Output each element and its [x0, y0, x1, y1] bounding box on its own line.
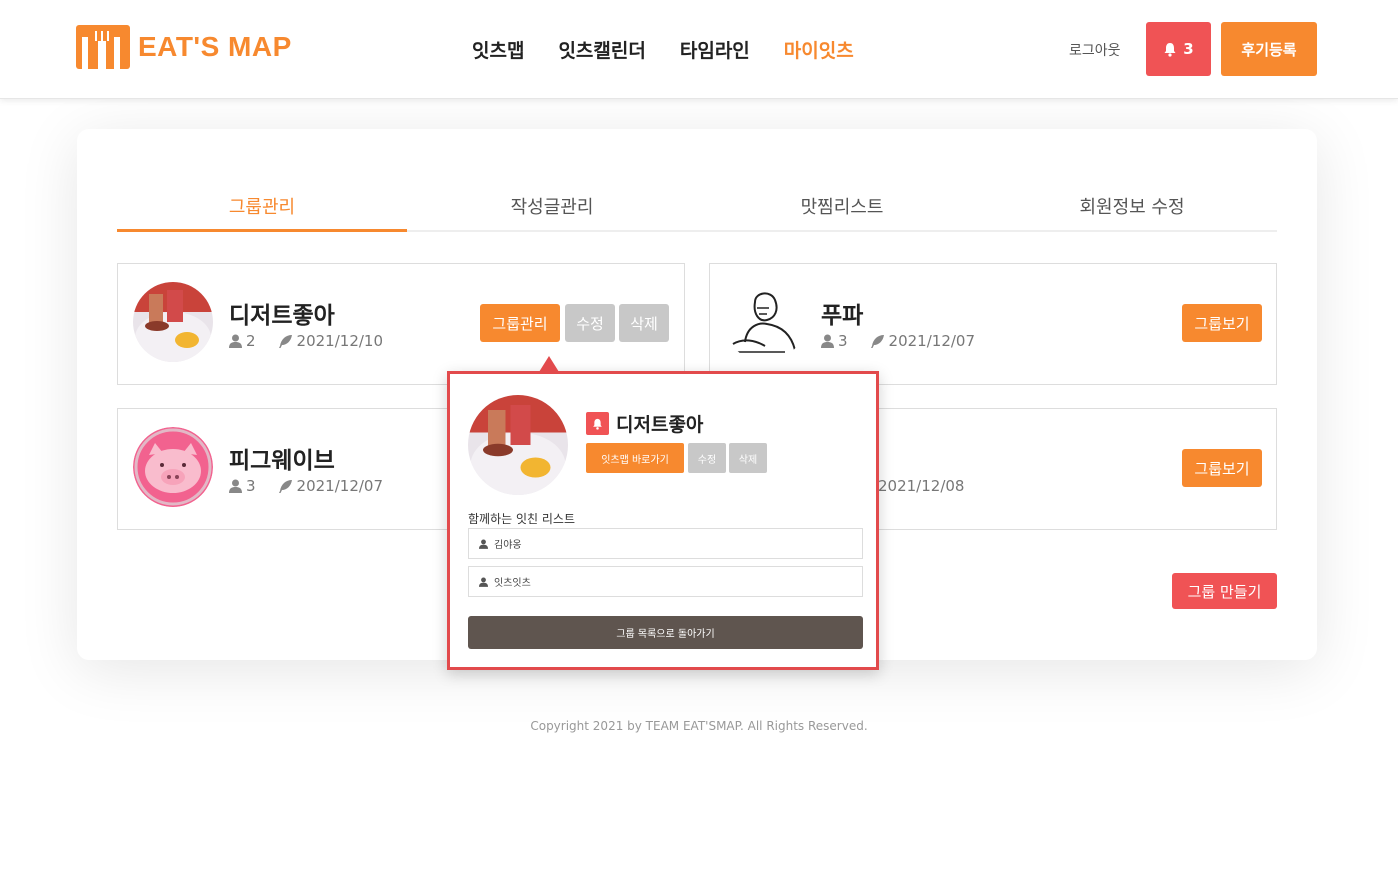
tab-favorite-list[interactable]: 맛찜리스트 — [697, 189, 987, 230]
group-meta: 2 2021/12/10 — [229, 332, 383, 350]
group-delete-button[interactable]: 삭제 — [619, 304, 669, 342]
feather-icon — [278, 334, 292, 348]
logout-link[interactable]: 로그아웃 — [1069, 40, 1121, 60]
nav-my-eats[interactable]: 마이잇츠 — [784, 36, 854, 63]
member-name: 잇츠잇츠 — [494, 578, 531, 589]
popup-notify-toggle[interactable] — [586, 412, 609, 435]
member-list-label: 함께하는 잇친 리스트 — [468, 512, 575, 526]
group-created-date: 2021/12/07 — [296, 477, 384, 495]
group-meta: 3 2021/12/07 — [229, 477, 383, 495]
group-edit-button[interactable]: 수정 — [565, 304, 615, 342]
group-view-button[interactable]: 그룹보기 — [1182, 304, 1262, 342]
user-icon — [821, 334, 834, 348]
tab-group-manage[interactable]: 그룹관리 — [117, 189, 407, 232]
member-count: 2 — [246, 332, 256, 350]
group-avatar — [133, 427, 213, 507]
member-count: 3 — [838, 332, 848, 350]
member-list-item: 잇츠잇츠 — [468, 566, 863, 597]
group-view-button[interactable]: 그룹보기 — [1182, 449, 1262, 487]
feather-icon — [278, 479, 292, 493]
group-name: 디저트좋아 — [229, 303, 335, 329]
nav-timeline[interactable]: 타임라인 — [680, 36, 750, 63]
go-to-map-button[interactable]: 잇츠맵 바로가기 — [586, 443, 684, 473]
notification-button[interactable]: 3 — [1146, 22, 1211, 76]
popup-edit-button[interactable]: 수정 — [688, 443, 726, 473]
back-to-group-list-button[interactable]: 그룹 목록으로 돌아가기 — [468, 616, 863, 649]
group-avatar — [725, 282, 805, 362]
user-icon — [229, 479, 242, 493]
bell-icon — [593, 418, 602, 430]
mypage-tabs: 그룹관리 작성글관리 맛찜리스트 회원정보 수정 — [117, 189, 1277, 232]
group-card: 푸파 3 2021/12/07 그룹보기 — [709, 263, 1277, 385]
group-card: 디저트좋아 2 2021/12/10 그룹관리 수정 삭제 — [117, 263, 685, 385]
site-header: EAT'S MAP 잇츠맵 잇츠캘린더 타임라인 마이잇츠 로그아웃 3 후기등… — [0, 0, 1398, 99]
popup-group-name: 디저트좋아 — [616, 414, 704, 436]
member-name: 김야옹 — [494, 540, 522, 551]
group-created-date: 2021/12/07 — [888, 332, 976, 350]
group-meta: 3 2021/12/07 — [821, 332, 975, 350]
logo-icon — [76, 25, 130, 69]
tab-edit-profile[interactable]: 회원정보 수정 — [987, 189, 1277, 230]
nav-calendar[interactable]: 잇츠캘린더 — [558, 36, 645, 63]
group-name: 푸파 — [821, 303, 864, 329]
main-nav: 잇츠맵 잇츠캘린더 타임라인 마이잇츠 — [472, 36, 854, 63]
member-count: 3 — [246, 477, 256, 495]
notification-count: 3 — [1183, 40, 1194, 58]
user-icon — [479, 539, 488, 549]
group-detail-popup: 디저트좋아 잇츠맵 바로가기 수정 삭제 함께하는 잇친 리스트 김야옹 잇츠잇… — [447, 371, 879, 670]
bell-icon — [1164, 42, 1176, 57]
group-created-date: 2021/12/08 — [878, 477, 965, 495]
nav-eatsmap[interactable]: 잇츠맵 — [472, 36, 524, 63]
write-review-button[interactable]: 후기등록 — [1221, 22, 1317, 76]
site-logo[interactable]: EAT'S MAP — [76, 25, 292, 69]
group-manage-button[interactable]: 그룹관리 — [480, 304, 560, 342]
popup-pointer — [539, 356, 559, 372]
group-created-date: 2021/12/10 — [296, 332, 384, 350]
member-list-item: 김야옹 — [468, 528, 863, 559]
create-group-button[interactable]: 그룹 만들기 — [1172, 573, 1277, 609]
group-meta: 2021/12/08 — [878, 477, 964, 495]
user-icon — [479, 577, 488, 587]
group-name: 피그웨이브 — [229, 448, 335, 474]
popup-delete-button[interactable]: 삭제 — [729, 443, 767, 473]
user-icon — [229, 334, 242, 348]
logo-text: EAT'S MAP — [138, 31, 292, 62]
feather-icon — [870, 334, 884, 348]
group-avatar — [133, 282, 213, 362]
tab-post-manage[interactable]: 작성글관리 — [407, 189, 697, 230]
popup-group-avatar — [468, 395, 568, 495]
footer-copyright: Copyright 2021 by TEAM EAT'SMAP. All Rig… — [530, 719, 868, 733]
